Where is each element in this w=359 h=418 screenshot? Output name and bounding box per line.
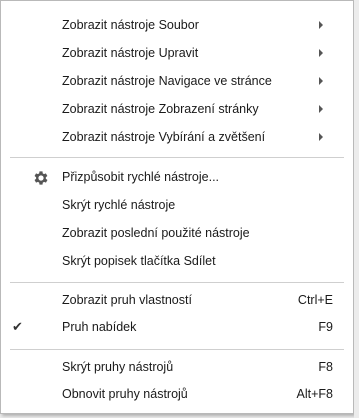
gear-icon: [34, 171, 48, 185]
menu-item-label: Pruh nabídek: [62, 320, 137, 334]
menu-item-hide-quick-tools[interactable]: Skrýt rychlé nástroje: [1, 192, 353, 218]
menu-item-label: Zobrazit pruh vlastností: [62, 293, 192, 307]
submenu-arrow-icon: [319, 133, 323, 141]
checkmark-icon: ✔: [12, 319, 23, 334]
menu-item-shortcut: F9: [318, 320, 333, 334]
submenu-arrow-icon: [319, 105, 323, 113]
background-strip: [354, 0, 359, 418]
menu-item-page-navigation-tools[interactable]: Zobrazit nástroje Navigace ve stránce: [1, 68, 353, 94]
submenu-arrow-icon: [319, 77, 323, 85]
menu-item-label: Zobrazit nástroje Upravit: [62, 46, 199, 60]
menu-item-label: Obnovit pruhy nástrojů: [62, 387, 188, 401]
menu-item-label: Skrýt rychlé nástroje: [62, 198, 176, 212]
menu-item-hide-share-label[interactable]: Skrýt popisek tlačítka Sdílet: [1, 248, 353, 274]
menu-separator: [10, 349, 344, 350]
menu-item-file-tools[interactable]: Zobrazit nástroje Soubor: [1, 12, 353, 38]
menu-item-menu-bar[interactable]: ✔ Pruh nabídek F9: [1, 314, 353, 340]
menu-separator: [10, 157, 344, 158]
context-menu: Zobrazit nástroje Soubor Zobrazit nástro…: [0, 0, 354, 414]
submenu-arrow-icon: [319, 21, 323, 29]
menu-item-label: Zobrazit nástroje Vybírání a zvětšení: [62, 130, 266, 144]
menu-item-shortcut: F8: [318, 360, 333, 374]
menu-item-show-recent-tools[interactable]: Zobrazit poslední použité nástroje: [1, 220, 353, 246]
menu-item-label: Zobrazit nástroje Zobrazení stránky: [62, 102, 259, 116]
menu-item-hide-toolbars[interactable]: Skrýt pruhy nástrojů F8: [1, 354, 353, 380]
menu-item-label: Zobrazit nástroje Navigace ve stránce: [62, 74, 272, 88]
menu-item-label: Zobrazit poslední použité nástroje: [62, 226, 250, 240]
menu-item-shortcut: Ctrl+E: [297, 293, 333, 307]
menu-item-customize-quick-tools[interactable]: Přizpůsobit rychlé nástroje...: [1, 164, 353, 190]
menu-item-select-zoom-tools[interactable]: Zobrazit nástroje Vybírání a zvětšení: [1, 124, 353, 150]
submenu-arrow-icon: [319, 49, 323, 57]
menu-item-page-display-tools[interactable]: Zobrazit nástroje Zobrazení stránky: [1, 96, 353, 122]
menu-item-show-properties-bar[interactable]: Zobrazit pruh vlastností Ctrl+E: [1, 287, 353, 313]
menu-item-restore-toolbars[interactable]: Obnovit pruhy nástrojů Alt+F8: [1, 381, 353, 407]
menu-item-label: Skrýt pruhy nástrojů: [62, 360, 174, 374]
menu-item-label: Přizpůsobit rychlé nástroje...: [62, 170, 220, 184]
menu-item-shortcut: Alt+F8: [296, 387, 333, 401]
menu-item-edit-tools[interactable]: Zobrazit nástroje Upravit: [1, 40, 353, 66]
menu-item-label: Skrýt popisek tlačítka Sdílet: [62, 254, 216, 268]
menu-item-label: Zobrazit nástroje Soubor: [62, 18, 199, 32]
menu-separator: [10, 282, 344, 283]
